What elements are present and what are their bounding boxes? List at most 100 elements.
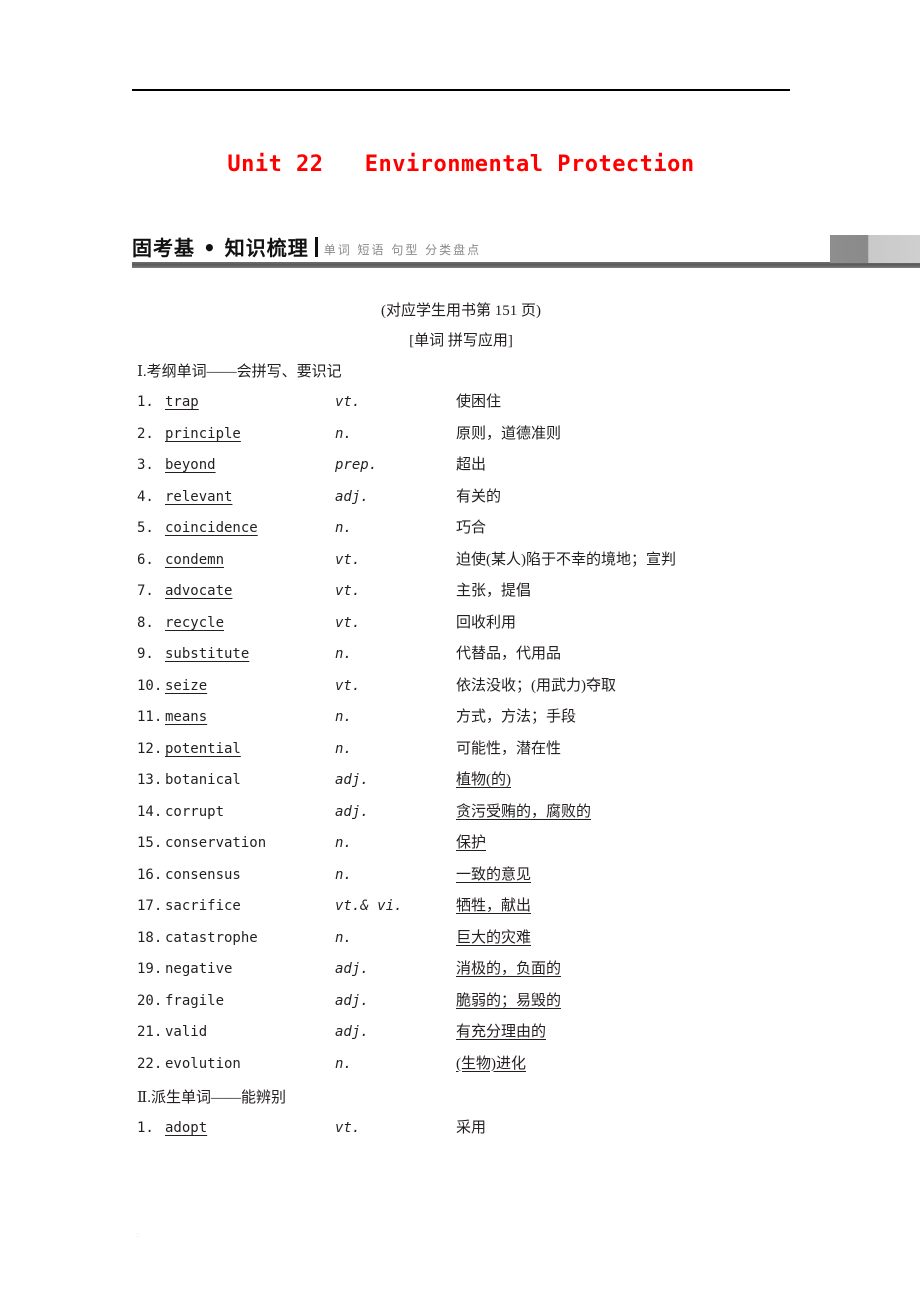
word-meaning: 贪污受贿的，腐败的 xyxy=(456,803,592,820)
part-of-speech: vt. xyxy=(335,394,361,410)
word-entry-row: 11. means n. 方式，方法；手段 xyxy=(137,707,797,739)
word-entry-row: 8. recycle vt. 回收利用 xyxy=(137,613,797,645)
word-meaning: 超出 xyxy=(456,457,487,473)
word-entry-row: 5. coincidence n. 巧合 xyxy=(137,518,797,550)
word-term: principle xyxy=(165,425,241,442)
word-term: advocate xyxy=(165,583,233,599)
word-index: 14. xyxy=(137,803,163,820)
word-term: valid xyxy=(165,1024,208,1040)
word-index: 20. xyxy=(137,992,163,1009)
word-index: 4. xyxy=(137,488,154,505)
word-meaning: 有充分理由的 xyxy=(456,1024,547,1040)
word-meaning: (生物)进化 xyxy=(456,1055,526,1072)
word-entry-row: 17. sacrifice vt.& vi. 牺牲，献出 xyxy=(137,896,797,928)
scan-artifact: :: xyxy=(136,1231,140,1239)
page-title: Unit 22 Environmental Protection xyxy=(227,152,695,177)
word-entry-row: 4. relevant adj. 有关的 xyxy=(137,487,797,519)
word-index: 9. xyxy=(137,646,154,662)
word-index: 15. xyxy=(137,835,163,851)
banner-underline-bar xyxy=(132,262,920,268)
word-meaning: 方式，方法；手段 xyxy=(456,709,577,725)
word-term: seize xyxy=(165,677,208,694)
word-list-section-2: 1. adopt vt. 采用 xyxy=(137,1118,797,1150)
word-index: 3. xyxy=(137,457,154,473)
word-index: 1. xyxy=(137,394,154,410)
word-entry-row: 1. adopt vt. 采用 xyxy=(137,1118,797,1150)
word-entry-row: 3. beyond prep. 超出 xyxy=(137,455,797,487)
part-of-speech: adj. xyxy=(335,772,369,788)
word-entry-row: 6. condemn vt. 迫使(某人)陷于不幸的境地；宣判 xyxy=(137,550,797,582)
word-meaning: 回收利用 xyxy=(456,614,517,631)
banner-divider-icon xyxy=(314,237,318,257)
word-term: botanical xyxy=(165,772,241,788)
part-of-speech: n. xyxy=(335,929,352,946)
word-index: 19. xyxy=(137,961,163,977)
word-entry-row: 16. consensus n. 一致的意见 xyxy=(137,865,797,897)
part-of-speech: adj. xyxy=(335,961,369,977)
word-index: 22. xyxy=(137,1055,163,1072)
word-entry-row: 9. substitute n. 代替品，代用品 xyxy=(137,644,797,676)
banner-text-row: 固考基 • 知识梳理 单词 短语 句型 分类盘点 xyxy=(132,228,481,258)
word-index: 10. xyxy=(137,677,163,694)
word-entry-row: 2. principle n. 原则，道德准则 xyxy=(137,424,797,456)
word-index: 17. xyxy=(137,898,163,914)
word-index: 13. xyxy=(137,772,163,788)
top-divider-rule xyxy=(132,89,790,91)
word-index: 5. xyxy=(137,520,154,536)
word-entry-row: 19. negative adj. 消极的，负面的 xyxy=(137,959,797,991)
word-meaning: 有关的 xyxy=(456,488,502,505)
word-meaning: 使困住 xyxy=(456,394,502,410)
section-heading-1: Ⅰ.考纲单词——会拼写、要识记 xyxy=(137,364,342,380)
word-term: potential xyxy=(165,740,241,757)
word-term: substitute xyxy=(165,646,250,662)
word-meaning: 采用 xyxy=(456,1120,487,1136)
word-list-section-1: 1. trap vt. 使困住 2. principle n. 原则，道德准则 3. beyond… xyxy=(137,392,797,1085)
part-of-speech: n. xyxy=(335,1055,352,1072)
word-term: catastrophe xyxy=(165,929,258,946)
word-index: 16. xyxy=(137,866,163,883)
word-meaning: 一致的意见 xyxy=(456,866,532,883)
part-of-speech: vt.& vi. xyxy=(335,898,403,914)
word-term: adopt xyxy=(165,1120,208,1136)
word-term: sacrifice xyxy=(165,898,241,914)
section-heading-2: Ⅱ.派生单词——能辨别 xyxy=(137,1090,286,1106)
banner-subtitle: 单词 短语 句型 分类盘点 xyxy=(323,243,482,257)
word-meaning: 依法没收；(用武力)夺取 xyxy=(456,677,616,694)
word-term: corrupt xyxy=(165,803,225,820)
word-index: 12. xyxy=(137,740,163,757)
part-of-speech: n. xyxy=(335,740,352,757)
part-of-speech: prep. xyxy=(335,457,378,473)
word-entry-row: 18. catastrophe n. 巨大的灾难 xyxy=(137,928,797,960)
part-of-speech: adj. xyxy=(335,488,369,505)
word-term: beyond xyxy=(165,457,216,473)
part-of-speech: n. xyxy=(335,520,352,536)
part-of-speech: adj. xyxy=(335,803,369,820)
document-page: Unit 22 Environmental Protection 固考基 • 知… xyxy=(0,0,920,1302)
banner-title: 固考基 • 知识梳理 xyxy=(132,236,309,260)
word-term: fragile xyxy=(165,992,225,1009)
word-meaning: 植物(的) xyxy=(456,772,511,788)
word-meaning: 保护 xyxy=(456,835,487,851)
word-index: 8. xyxy=(137,614,154,631)
word-term: evolution xyxy=(165,1055,241,1072)
part-of-speech: adj. xyxy=(335,1024,369,1040)
word-entry-row: 13. botanical adj. 植物(的) xyxy=(137,770,797,802)
word-index: 7. xyxy=(137,583,154,599)
word-index: 11. xyxy=(137,709,163,725)
part-of-speech: n. xyxy=(335,646,352,662)
word-term: means xyxy=(165,709,208,725)
banner-gradient-block xyxy=(830,235,920,263)
section-banner: 固考基 • 知识梳理 单词 短语 句型 分类盘点 xyxy=(132,228,920,270)
part-of-speech: n. xyxy=(335,709,352,725)
word-entry-row: 21. valid adj. 有充分理由的 xyxy=(137,1022,797,1054)
word-meaning: 消极的，负面的 xyxy=(456,961,562,977)
word-entry-row: 1. trap vt. 使困住 xyxy=(137,392,797,424)
word-meaning: 代替品，代用品 xyxy=(456,646,562,662)
word-index: 18. xyxy=(137,929,163,946)
word-term: consensus xyxy=(165,866,241,883)
part-of-speech: n. xyxy=(335,425,352,442)
word-term: trap xyxy=(165,394,199,410)
part-of-speech: n. xyxy=(335,835,352,851)
part-of-speech: vt. xyxy=(335,614,361,631)
word-entry-row: 15. conservation n. 保护 xyxy=(137,833,797,865)
